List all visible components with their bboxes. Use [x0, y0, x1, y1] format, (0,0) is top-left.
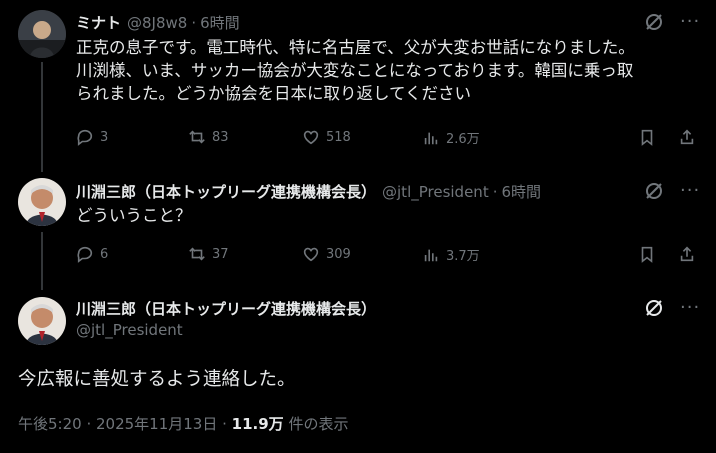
reply-icon [77, 129, 93, 146]
post-text-line: 川渕様、いま、サッカー協会が大変なことになっております。韓国に乗っ取 [76, 61, 634, 80]
more-icon[interactable]: ··· [680, 299, 700, 317]
like-button[interactable]: 518 [302, 128, 351, 146]
author-handle[interactable]: @jtl_President [76, 321, 183, 339]
author-name[interactable]: 川淵三郎（日本トップリーグ連携機構会長） [76, 298, 376, 319]
reply-count: 6 [100, 246, 109, 262]
thread-line [41, 62, 43, 172]
author-handle[interactable]: @jtl_President [382, 183, 489, 201]
post-text: 今広報に善処するよう連絡した。 [18, 369, 296, 390]
bookmark-button[interactable] [638, 128, 656, 146]
views-button[interactable]: 2.6万 [422, 128, 480, 147]
post-timestamp[interactable]: 午後5:20 · 2025年11月13日 · [18, 415, 232, 433]
timestamp[interactable]: 6時間 [501, 181, 541, 202]
like-count: 518 [326, 129, 351, 145]
like-button[interactable]: 309 [302, 245, 351, 263]
timestamp[interactable]: 6時間 [200, 12, 240, 33]
bookmark-icon [641, 129, 653, 146]
author-name[interactable]: 川淵三郎（日本トップリーグ連携機構会長） [76, 181, 376, 202]
repost-button[interactable]: 83 [188, 128, 229, 146]
grok-icon[interactable] [644, 12, 664, 32]
reply-button[interactable]: 3 [76, 128, 108, 146]
views-icon [424, 249, 438, 261]
repost-icon [189, 130, 205, 144]
bookmark-icon [641, 246, 653, 263]
share-button[interactable] [678, 128, 696, 146]
grok-icon[interactable] [644, 181, 664, 201]
like-icon [303, 130, 319, 145]
share-icon [680, 129, 694, 145]
repost-button[interactable]: 37 [188, 245, 229, 263]
share-icon [680, 246, 694, 262]
thread-line [41, 232, 43, 290]
avatar[interactable] [18, 10, 66, 58]
views-icon [424, 132, 438, 144]
post-text: どういうこと？ [76, 206, 192, 225]
more-icon[interactable]: ··· [680, 182, 700, 200]
views-count: 3.7万 [446, 249, 480, 264]
separator: · [191, 14, 197, 32]
share-button[interactable] [678, 245, 696, 263]
like-count: 309 [326, 246, 351, 262]
bookmark-button[interactable] [638, 245, 656, 263]
post-text-line: 正克の息子です。電工時代、特に名古屋で、父が大変お世話になりました。 [76, 38, 635, 57]
more-icon[interactable]: ··· [680, 13, 700, 31]
post-footer: 午後5:20 · 2025年11月13日 · 11.9万 件の表示 [18, 413, 348, 434]
author-name[interactable]: ミナト [76, 12, 121, 33]
author-handle[interactable]: @8J8w8 [127, 14, 187, 32]
post-text-line: られました。どうか協会を日本に取り返してください [76, 84, 472, 103]
views-count: 2.6万 [446, 132, 480, 147]
reply-icon [77, 246, 93, 263]
repost-count: 37 [212, 246, 229, 262]
reply-count: 3 [100, 129, 109, 145]
avatar[interactable] [18, 178, 66, 226]
reply-button[interactable]: 6 [76, 245, 108, 263]
avatar[interactable] [18, 297, 66, 345]
view-count: 11.9万 [231, 415, 284, 433]
repost-count: 83 [212, 129, 229, 145]
separator: · [492, 183, 498, 201]
repost-icon [189, 247, 205, 261]
like-icon [303, 247, 319, 262]
grok-icon[interactable] [644, 298, 664, 318]
views-button[interactable]: 3.7万 [422, 245, 480, 264]
view-label: 件の表示 [283, 415, 349, 433]
